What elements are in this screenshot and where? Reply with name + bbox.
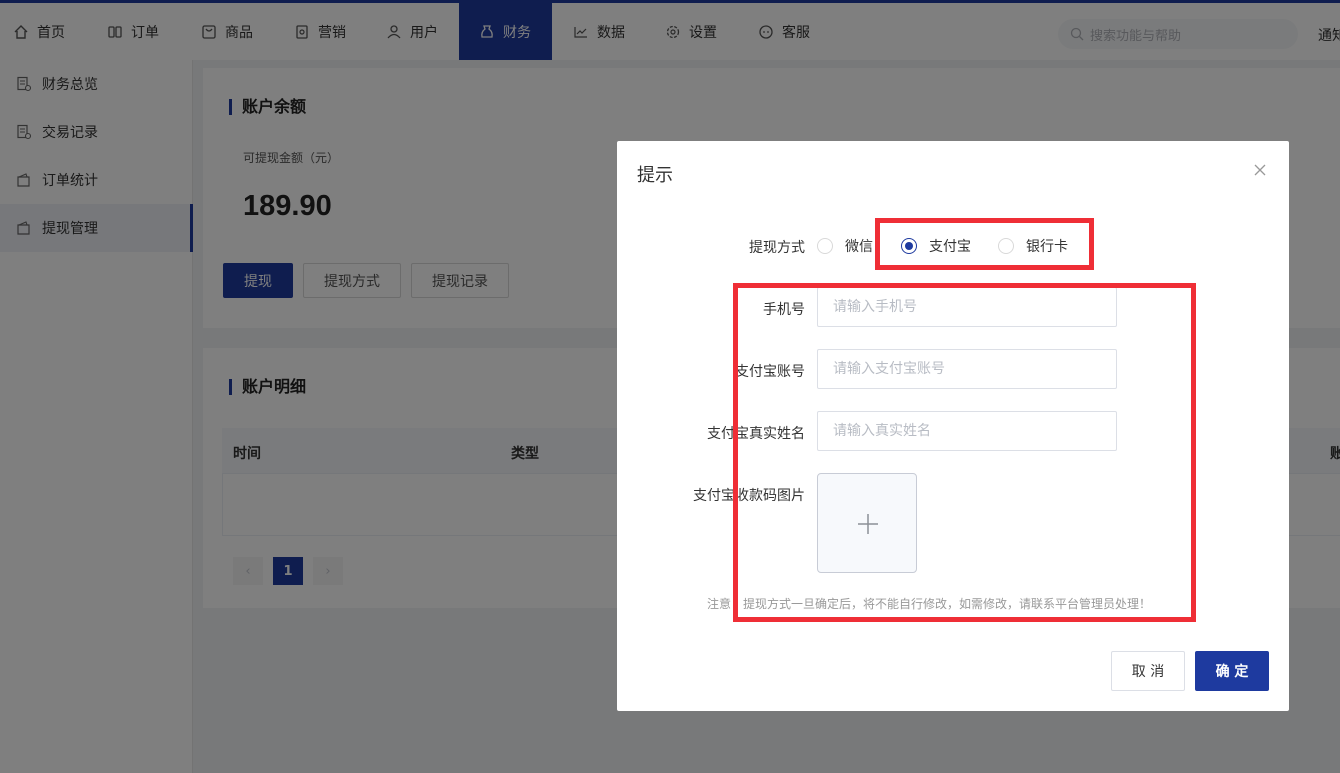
cancel-button[interactable]: 取 消 — [1111, 651, 1185, 691]
withdraw-dialog: 提示 提现方式 微信 支付宝 银行卡 手机号 支付宝账号 支付宝真实姓名 支付宝… — [617, 141, 1289, 711]
qr-code-upload[interactable] — [817, 473, 917, 573]
real-name-field[interactable] — [817, 411, 1117, 451]
phone-field[interactable] — [817, 287, 1117, 327]
radio-alipay[interactable]: 支付宝 — [901, 236, 971, 256]
confirm-button[interactable]: 确 定 — [1195, 651, 1269, 691]
close-icon[interactable] — [1253, 163, 1267, 177]
alipay-account-label: 支付宝账号 — [735, 364, 805, 380]
alipay-account-field[interactable] — [817, 349, 1117, 389]
phone-label: 手机号 — [763, 302, 805, 318]
method-label: 提现方式 — [749, 240, 805, 256]
radio-label: 支付宝 — [929, 239, 971, 255]
withdraw-note: 注意：提现方式一旦确定后，将不能自行修改，如需修改，请联系平台管理员处理！ — [707, 597, 1152, 611]
radio-circle — [817, 238, 833, 254]
radio-wechat[interactable]: 微信 — [817, 236, 873, 256]
dialog-title: 提示 — [637, 165, 673, 186]
radio-label: 银行卡 — [1026, 239, 1068, 255]
qr-code-label: 支付宝收款码图片 — [693, 488, 805, 504]
radio-circle — [998, 238, 1014, 254]
plus-icon — [857, 513, 879, 535]
radio-label: 微信 — [845, 239, 873, 255]
real-name-label: 支付宝真实姓名 — [707, 426, 805, 442]
radio-bank-card[interactable]: 银行卡 — [998, 236, 1068, 256]
radio-circle — [901, 238, 917, 254]
